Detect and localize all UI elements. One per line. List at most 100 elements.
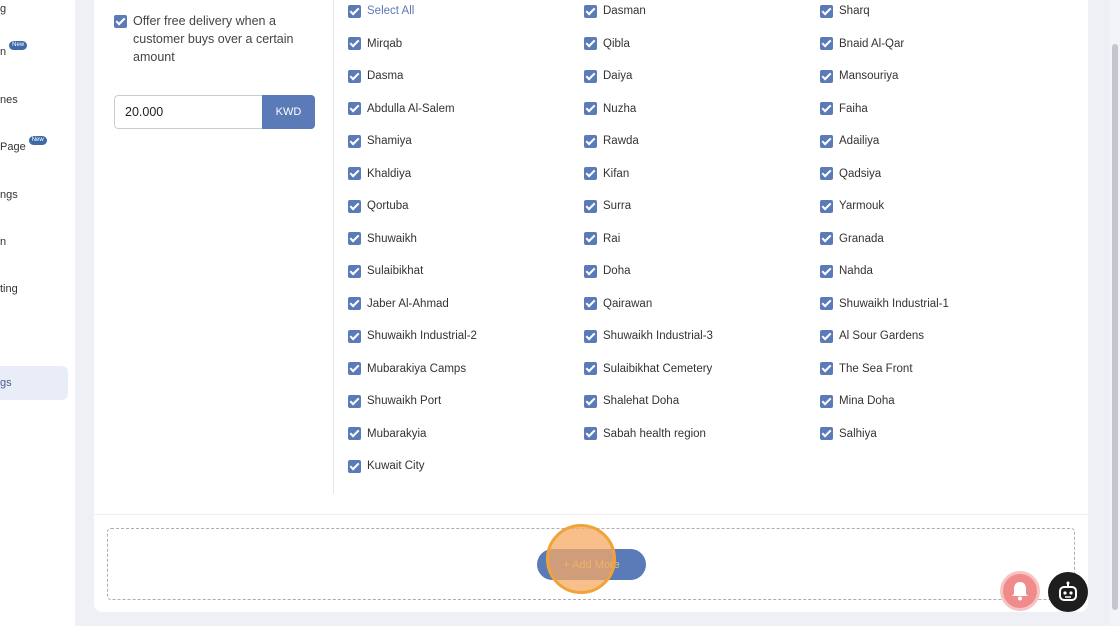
area-checkbox[interactable] <box>584 362 597 375</box>
area-option[interactable]: Shalehat Doha <box>584 393 679 409</box>
area-option[interactable]: Qairawan <box>584 296 652 312</box>
area-option[interactable]: Shuwaikh <box>348 231 417 247</box>
area-checkbox[interactable] <box>348 362 361 375</box>
area-checkbox[interactable] <box>820 362 833 375</box>
area-option[interactable]: Daiya <box>584 68 632 84</box>
area-option[interactable]: Rai <box>584 231 620 247</box>
area-checkbox[interactable] <box>820 232 833 245</box>
area-option[interactable]: Mubarakiya Camps <box>348 361 466 377</box>
area-option[interactable]: Kifan <box>584 166 629 182</box>
area-option[interactable]: Yarmouk <box>820 198 884 214</box>
notification-button[interactable] <box>1000 571 1040 611</box>
area-option[interactable]: Qibla <box>584 36 630 52</box>
area-checkbox[interactable] <box>348 394 361 408</box>
area-checkbox[interactable] <box>584 69 597 83</box>
area-checkbox[interactable] <box>348 232 361 245</box>
select-all-option[interactable]: Select All <box>348 3 414 19</box>
area-option[interactable]: Mirqab <box>348 36 402 52</box>
area-option[interactable]: Mansouriya <box>820 68 898 84</box>
area-checkbox[interactable] <box>584 427 597 440</box>
area-option[interactable]: Surra <box>584 198 631 214</box>
area-checkbox[interactable] <box>820 4 833 18</box>
area-option[interactable]: Jaber Al-Ahmad <box>348 296 449 312</box>
area-option[interactable]: Doha <box>584 263 631 279</box>
area-option[interactable]: Abdulla Al-Salem <box>348 101 455 117</box>
area-checkbox[interactable] <box>584 394 597 408</box>
area-option[interactable]: Qadsiya <box>820 166 881 182</box>
area-checkbox[interactable] <box>820 37 833 50</box>
area-checkbox[interactable] <box>584 37 597 50</box>
scrollbar-thumb[interactable] <box>1112 44 1118 610</box>
area-option[interactable]: Sabah health region <box>584 426 706 442</box>
area-checkbox[interactable] <box>584 4 597 18</box>
sidebar-item-1[interactable]: g <box>0 0 6 18</box>
area-checkbox[interactable] <box>348 69 361 83</box>
area-checkbox[interactable] <box>348 134 361 148</box>
area-option[interactable]: Bnaid Al-Qar <box>820 36 904 52</box>
area-checkbox[interactable] <box>348 329 361 343</box>
area-option[interactable]: Dasma <box>348 68 403 84</box>
area-option[interactable]: Mubarakyia <box>348 426 426 442</box>
area-checkbox[interactable] <box>820 69 833 83</box>
chatbot-button[interactable] <box>1048 572 1088 612</box>
area-option[interactable]: Khaldiya <box>348 166 411 182</box>
area-option[interactable]: Granada <box>820 231 884 247</box>
area-checkbox[interactable] <box>348 264 361 278</box>
area-option[interactable]: Sharq <box>820 3 870 19</box>
area-checkbox[interactable] <box>348 167 361 180</box>
area-checkbox[interactable] <box>820 394 833 408</box>
free-delivery-checkbox[interactable] <box>114 15 127 28</box>
area-option[interactable]: Shuwaikh Industrial-3 <box>584 328 713 344</box>
area-option[interactable]: Adailiya <box>820 133 879 149</box>
area-option[interactable]: Faiha <box>820 101 868 117</box>
area-checkbox[interactable] <box>348 459 361 473</box>
area-option[interactable]: Nuzha <box>584 101 636 117</box>
area-checkbox[interactable] <box>584 297 597 310</box>
area-checkbox[interactable] <box>820 167 833 180</box>
area-checkbox[interactable] <box>584 232 597 245</box>
area-checkbox[interactable] <box>348 297 361 310</box>
area-option[interactable]: Salhiya <box>820 426 877 442</box>
area-option[interactable]: Sulaibikhat Cemetery <box>584 361 712 377</box>
area-option[interactable]: Nahda <box>820 263 873 279</box>
min-amount-input[interactable] <box>114 95 262 129</box>
area-checkbox[interactable] <box>820 134 833 148</box>
sidebar-item-6[interactable]: n <box>0 233 6 251</box>
sidebar-item-8[interactable]: gs <box>0 374 12 392</box>
area-checkbox[interactable] <box>820 297 833 310</box>
area-checkbox[interactable] <box>348 37 361 50</box>
sidebar-item-2[interactable]: nNew <box>0 41 28 61</box>
area-checkbox[interactable] <box>820 102 833 115</box>
area-option[interactable]: Dasman <box>584 3 646 19</box>
area-option[interactable]: Shuwaikh Industrial-1 <box>820 296 949 312</box>
sidebar-item-5[interactable]: ngs <box>0 186 18 204</box>
area-checkbox[interactable] <box>348 199 361 213</box>
area-checkbox[interactable] <box>584 199 597 213</box>
area-option[interactable]: Al Sour Gardens <box>820 328 924 344</box>
area-option[interactable]: Sulaibikhat <box>348 263 423 279</box>
select-all-checkbox[interactable] <box>348 4 361 18</box>
sidebar-item-4[interactable]: PageNew <box>0 136 47 156</box>
add-more-button[interactable]: + Add More <box>537 549 646 580</box>
free-delivery-option[interactable]: Offer free delivery when a customer buys… <box>114 12 314 66</box>
sidebar-item-7[interactable]: ting <box>0 280 18 298</box>
area-checkbox[interactable] <box>820 199 833 213</box>
area-option[interactable]: Mina Doha <box>820 393 895 409</box>
area-option[interactable]: The Sea Front <box>820 361 913 377</box>
area-checkbox[interactable] <box>584 102 597 115</box>
area-checkbox[interactable] <box>348 102 361 115</box>
sidebar-item-3[interactable]: nes <box>0 91 18 109</box>
area-option[interactable]: Qortuba <box>348 198 409 214</box>
area-checkbox[interactable] <box>584 167 597 180</box>
area-checkbox[interactable] <box>584 264 597 278</box>
area-option[interactable]: Shuwaikh Port <box>348 393 441 409</box>
area-checkbox[interactable] <box>584 329 597 343</box>
area-option[interactable]: Shamiya <box>348 133 412 149</box>
area-option[interactable]: Rawda <box>584 133 639 149</box>
area-checkbox[interactable] <box>348 427 361 440</box>
area-checkbox[interactable] <box>820 264 833 278</box>
area-checkbox[interactable] <box>820 427 833 440</box>
area-option[interactable]: Kuwait City <box>348 458 425 474</box>
area-option[interactable]: Shuwaikh Industrial-2 <box>348 328 477 344</box>
area-checkbox[interactable] <box>584 134 597 148</box>
